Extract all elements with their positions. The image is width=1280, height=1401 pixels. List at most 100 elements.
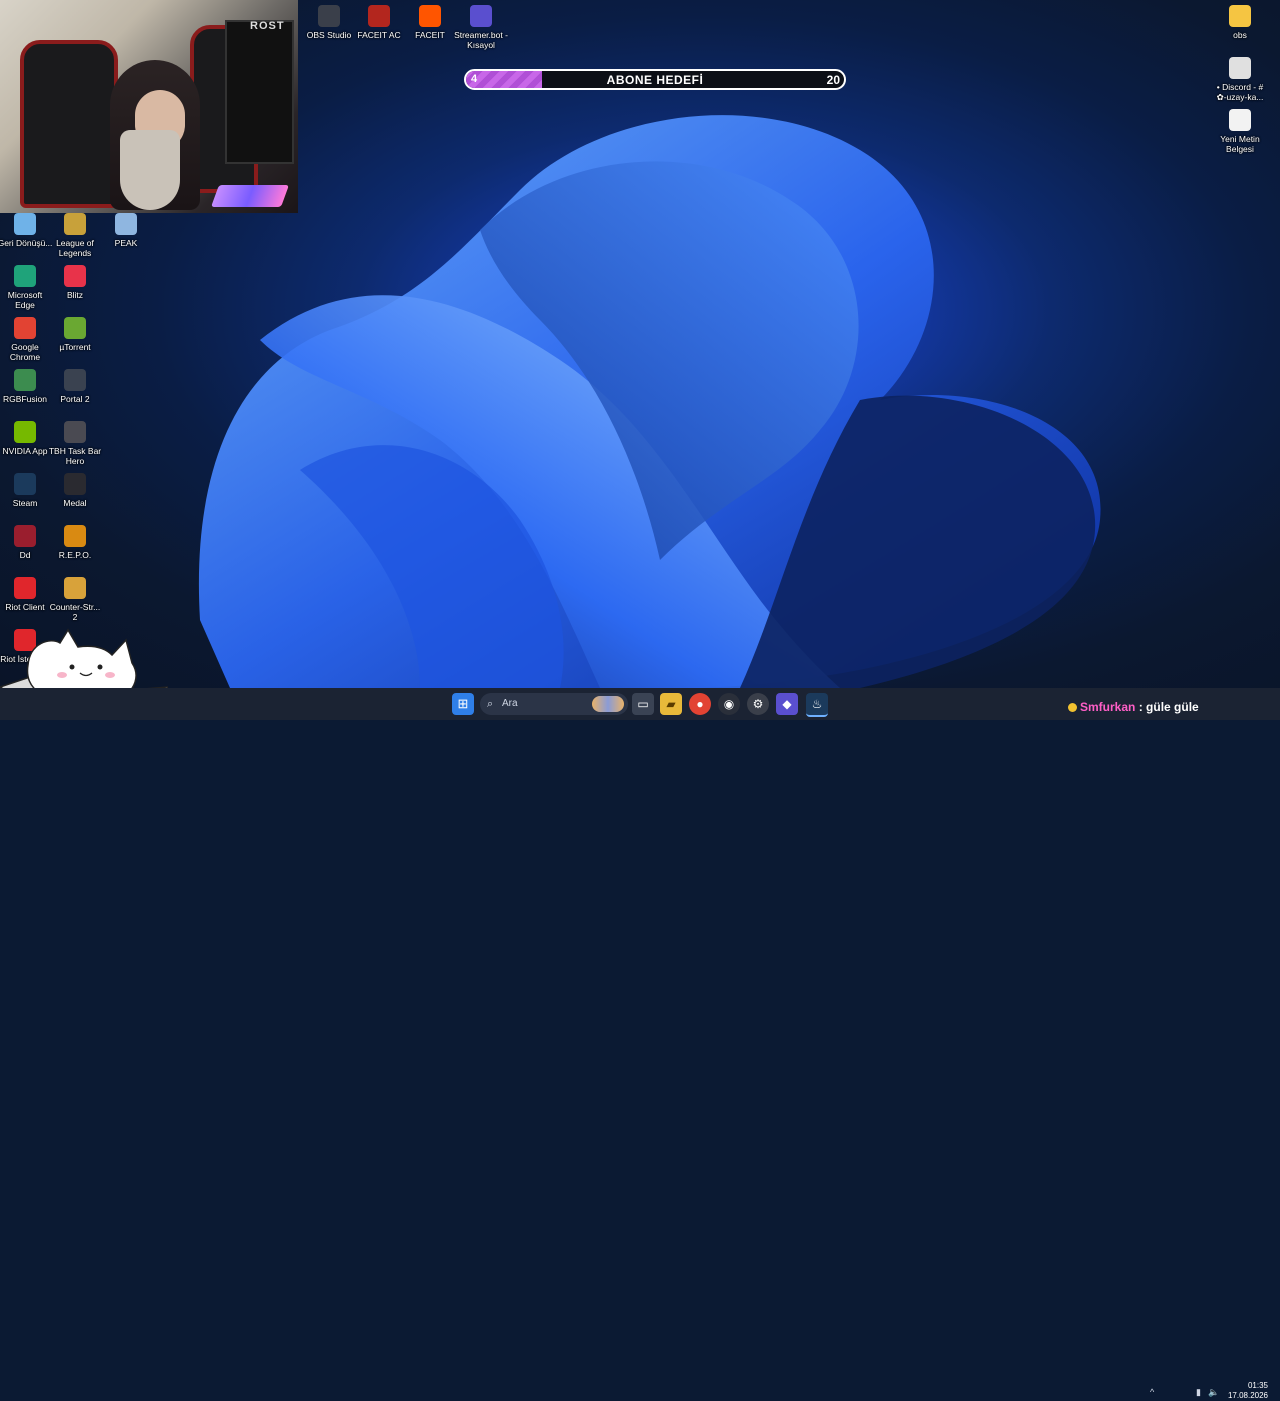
desktop-shortcut[interactable]: FACEIT AC (351, 5, 407, 40)
edge-icon (14, 265, 36, 287)
desktop-shortcut-label: PEAK (114, 238, 138, 248)
system-clock[interactable]: 01:35 17.08.2026 (1224, 1381, 1268, 1401)
streamer-hair (120, 130, 180, 210)
desktop-shortcut[interactable]: Dd (0, 525, 53, 560)
blitz-icon (64, 265, 86, 287)
pc-brand-text: ROST (250, 20, 285, 32)
chat-badge-icon (1068, 703, 1077, 712)
riot-client-icon (14, 577, 36, 599)
desktop-shortcut[interactable]: League of Legends (47, 213, 103, 258)
subscriber-goal-bar: 4 ABONE HEDEFİ 20 (464, 69, 846, 90)
desktop-shortcut[interactable]: Steam (0, 473, 53, 508)
streamerbot-taskbar-icon[interactable]: ◆ (776, 693, 798, 715)
obs-taskbar-icon[interactable]: ◉ (718, 693, 740, 715)
desktop-shortcut-label: FACEIT (415, 30, 445, 40)
volume-icon[interactable]: 🔈 (1208, 1387, 1219, 1398)
steam-app-taskbar-icon[interactable]: ♨ (806, 693, 828, 717)
desktop-shortcut[interactable]: obs (1212, 5, 1268, 40)
desktop-shortcut[interactable]: TBH Task Bar Hero (47, 421, 103, 466)
goal-title: ABONE HEDEFİ (606, 73, 704, 87)
taskbar-search[interactable]: ⌕ Ara (480, 693, 628, 715)
desktop-shortcut-label: FACEIT AC (357, 30, 401, 40)
portal2-icon (64, 369, 86, 391)
search-icon: ⌕ (487, 698, 494, 710)
desktop-shortcut-label: Yeni Metin Belgesi (1220, 134, 1260, 154)
desktop-shortcut-label: Google Chrome (9, 342, 41, 362)
desktop-shortcut[interactable]: OBS Studio (301, 5, 357, 40)
start-button[interactable]: ⊞ (452, 693, 474, 715)
desktop-shortcut[interactable]: Blitz (47, 265, 103, 300)
chat-separator: : (1138, 700, 1143, 714)
desktop-shortcut-label: Medal (63, 498, 87, 508)
search-placeholder: Ara (502, 698, 518, 709)
goal-target: 20 (826, 73, 840, 87)
steam-icon (14, 473, 36, 495)
chrome-shortcut-icon (1229, 57, 1251, 79)
file-explorer-taskbar-icon[interactable]: ▰ (660, 693, 682, 715)
nvidia-icon (14, 421, 36, 443)
desktop-shortcut-label: Microsoft Edge (7, 290, 43, 310)
desktop-shortcut[interactable]: • Discord - # ✿-uzay-ka... (1212, 57, 1268, 102)
repo-icon (64, 525, 86, 547)
chat-username: Smfurkan (1080, 700, 1136, 714)
faceit-ac-icon (368, 5, 390, 27)
chrome-icon (14, 317, 36, 339)
task-view-button[interactable]: ▭ (632, 693, 654, 715)
desktop-shortcut-label: Geri Dönüşü... (0, 238, 53, 248)
desktop-shortcut-label: NVIDIA App (2, 446, 48, 456)
desktop-shortcut-label: Dd (19, 550, 31, 560)
network-icon[interactable]: ▮ (1196, 1387, 1201, 1398)
counter-strike-icon (64, 577, 86, 599)
pc-tower (225, 20, 294, 164)
search-highlight-art (592, 696, 624, 712)
desktop-shortcut-label: TBH Task Bar Hero (48, 446, 102, 466)
rgbfusion-icon (14, 369, 36, 391)
chat-message-text: güle güle (1146, 700, 1199, 714)
desktop-shortcut[interactable]: Streamer.bot - Kısayol (452, 5, 510, 50)
recycle-bin-icon (14, 213, 36, 235)
steam-taskbar-icon[interactable]: ⚙ (747, 693, 769, 715)
desktop-shortcut-label: OBS Studio (306, 30, 352, 40)
desktop-shortcut[interactable]: Microsoft Edge (0, 265, 53, 310)
desktop-shortcut[interactable]: Geri Dönüşü... (0, 213, 53, 248)
desktop-shortcut[interactable]: µTorrent (47, 317, 103, 352)
desktop-shortcut[interactable]: Portal 2 (47, 369, 103, 404)
medal-icon (64, 473, 86, 495)
desktop-shortcut-label: • Discord - # ✿-uzay-ka... (1216, 82, 1264, 102)
rgb-keyboard (210, 185, 290, 207)
desktop-shortcut[interactable]: FACEIT (402, 5, 458, 40)
peak-icon (115, 213, 137, 235)
folder-icon (1229, 5, 1251, 27)
desktop-shortcut[interactable]: Medal (47, 473, 103, 508)
desktop-shortcut-label: µTorrent (59, 342, 91, 352)
tray-chevron-icon[interactable]: ^ (1150, 1387, 1154, 1397)
desktop-shortcut[interactable]: R.E.P.O. (47, 525, 103, 560)
chat-overlay-message: Smfurkan : güle güle (1068, 700, 1199, 714)
desktop-shortcut[interactable]: PEAK (98, 213, 154, 248)
utorrent-icon (64, 317, 86, 339)
text-document-icon (1229, 109, 1251, 131)
chrome-taskbar-icon[interactable]: ● (689, 693, 711, 715)
clock-date: 17.08.2026 (1227, 1391, 1268, 1400)
streamerbot-icon (470, 5, 492, 27)
desktop-shortcut-label: Steam (12, 498, 38, 508)
desktop-shortcut-label: Portal 2 (60, 394, 90, 404)
taskbar-hero-icon (64, 421, 86, 443)
desktop-shortcut-label: League of Legends (56, 238, 94, 258)
desktop-shortcut-label: Counter-Str... 2 (49, 602, 101, 622)
faceit-icon (419, 5, 441, 27)
desktop-shortcut[interactable]: Counter-Str... 2 (47, 577, 103, 622)
valorant-icon (14, 525, 36, 547)
league-icon (64, 213, 86, 235)
desktop-shortcut-label: Streamer.bot - Kısayol (454, 30, 508, 50)
desktop-shortcut[interactable]: Google Chrome (0, 317, 53, 362)
obs-icon (318, 5, 340, 27)
desktop-shortcut-label: Blitz (66, 290, 84, 300)
desktop-shortcut[interactable]: RGBFusion (0, 369, 53, 404)
gaming-chair (20, 40, 118, 208)
desktop-shortcut[interactable]: Riot Client (0, 577, 53, 612)
desktop-shortcut-label: RGBFusion (3, 394, 47, 404)
desktop-shortcut-label: Riot Client (5, 602, 45, 612)
desktop-shortcut[interactable]: Yeni Metin Belgesi (1212, 109, 1268, 154)
desktop-shortcut[interactable]: NVIDIA App (0, 421, 53, 456)
